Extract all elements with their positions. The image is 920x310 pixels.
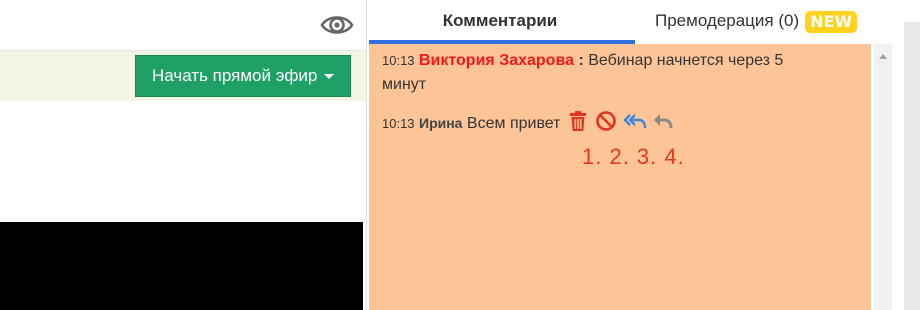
comment-separator: :: [578, 52, 584, 69]
reply-all-icon[interactable]: [623, 110, 647, 132]
delete-icon[interactable]: [567, 110, 589, 132]
video-player[interactable]: [0, 222, 363, 310]
top-toolbar: [0, 0, 366, 51]
block-icon[interactable]: [595, 110, 617, 132]
comments-list[interactable]: 10:13 Виктория Захарова : Вебинар начнет…: [369, 44, 871, 310]
comment-text: Всем привет: [466, 115, 561, 132]
scrollbar[interactable]: [874, 44, 892, 310]
comment-item: 10:13 Виктория Захарова : Вебинар начнет…: [382, 49, 822, 97]
tab-premoderation[interactable]: Премодерация (0) NEW: [655, 0, 885, 42]
broadcast-pane: Начать прямой эфир: [0, 0, 366, 310]
chat-pane: Комментарии Премодерация (0) NEW 10:13 Ви…: [366, 0, 920, 310]
tab-comments-label: Комментарии: [442, 11, 558, 30]
comment-time: 10:13: [382, 53, 415, 68]
eye-icon[interactable]: [318, 6, 356, 44]
start-live-button-label: Начать прямой эфир: [152, 66, 318, 85]
tab-premoderation-label: Премодерация (0): [655, 11, 800, 30]
action-annotation: 1. 2. 3. 4.: [582, 144, 685, 169]
tab-comments[interactable]: Комментарии: [367, 0, 633, 42]
chevron-down-icon: [324, 74, 334, 79]
new-badge: NEW: [805, 10, 858, 33]
reply-icon[interactable]: [652, 110, 674, 132]
comment-item: 10:13 Ирина Всем привет: [382, 110, 862, 136]
scroll-up-arrow-icon[interactable]: [879, 54, 887, 59]
panel-edge-scrollbar[interactable]: [904, 22, 920, 310]
start-live-button[interactable]: Начать прямой эфир: [135, 55, 351, 97]
comment-author[interactable]: Ирина: [419, 115, 462, 131]
comment-author[interactable]: Виктория Захарова: [419, 52, 574, 69]
comment-time: 10:13: [382, 116, 415, 131]
